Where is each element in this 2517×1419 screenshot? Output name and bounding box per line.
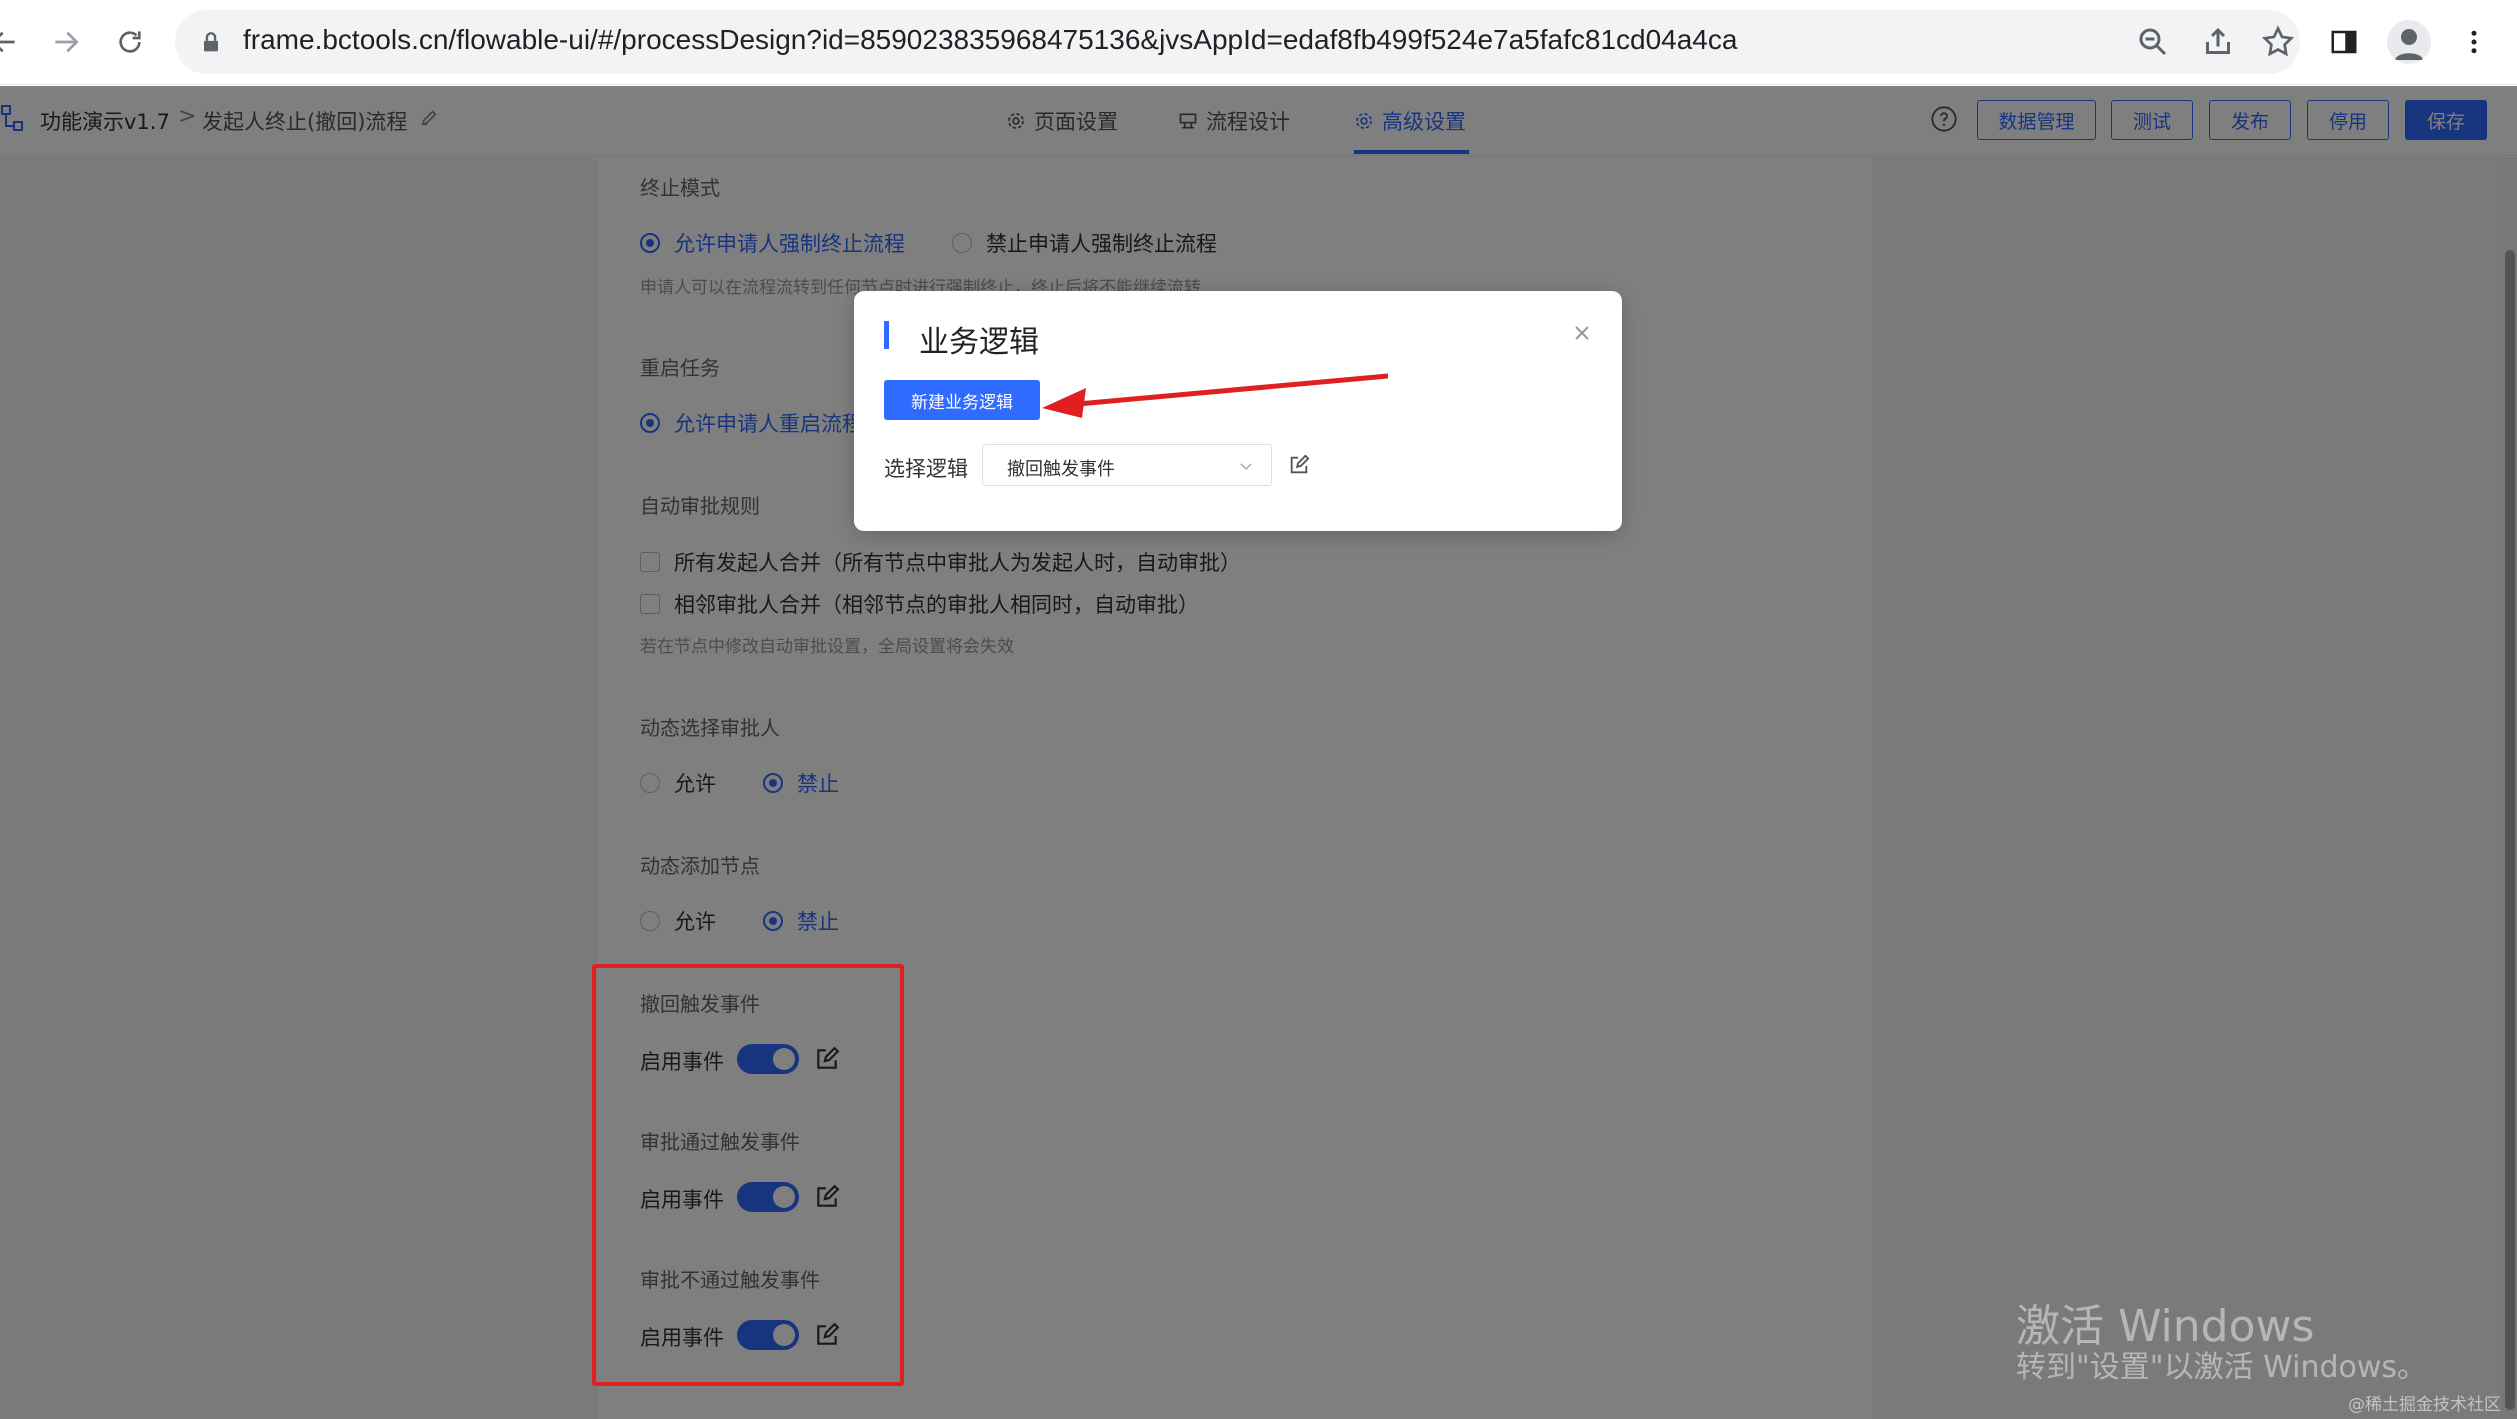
logic-select-value: 撤回触发事件 <box>1007 459 1115 480</box>
close-icon[interactable] <box>1570 321 1594 345</box>
title-accent-bar <box>884 321 889 349</box>
logic-select[interactable]: 撤回触发事件 <box>982 444 1272 486</box>
edit-logic-icon[interactable] <box>1288 454 1310 476</box>
modal-mask[interactable] <box>0 86 2517 1419</box>
profile-avatar-icon[interactable] <box>2387 20 2431 64</box>
lock-icon <box>204 32 218 52</box>
highlight-box <box>592 964 904 1386</box>
site-credit: @稀土掘金技术社区 <box>2348 1395 2501 1415</box>
zoom-icon[interactable] <box>2135 24 2171 60</box>
forward-icon[interactable] <box>42 18 90 66</box>
chevron-down-icon <box>1240 463 1252 471</box>
url-text: frame.bctools.cn/flowable-ui/#/processDe… <box>243 24 1738 55</box>
select-logic-label: 选择逻辑 <box>884 457 968 481</box>
more-menu-icon[interactable] <box>2450 18 2498 66</box>
annotation-arrow <box>1042 373 1388 418</box>
windows-activation-hint: 转到"设置"以激活 Windows。 <box>2016 1350 2428 1385</box>
address-bar[interactable]: frame.bctools.cn/flowable-ui/#/processDe… <box>175 10 2300 74</box>
side-panel-icon[interactable] <box>2320 18 2368 66</box>
reload-icon[interactable] <box>106 18 154 66</box>
share-icon[interactable] <box>2200 24 2236 60</box>
back-icon[interactable] <box>0 18 28 66</box>
new-business-logic-button[interactable]: 新建业务逻辑 <box>884 380 1040 420</box>
bookmark-star-icon[interactable] <box>2260 24 2296 60</box>
browser-toolbar: frame.bctools.cn/flowable-ui/#/processDe… <box>0 0 2517 85</box>
dialog-title: 业务逻辑 <box>919 325 1039 360</box>
